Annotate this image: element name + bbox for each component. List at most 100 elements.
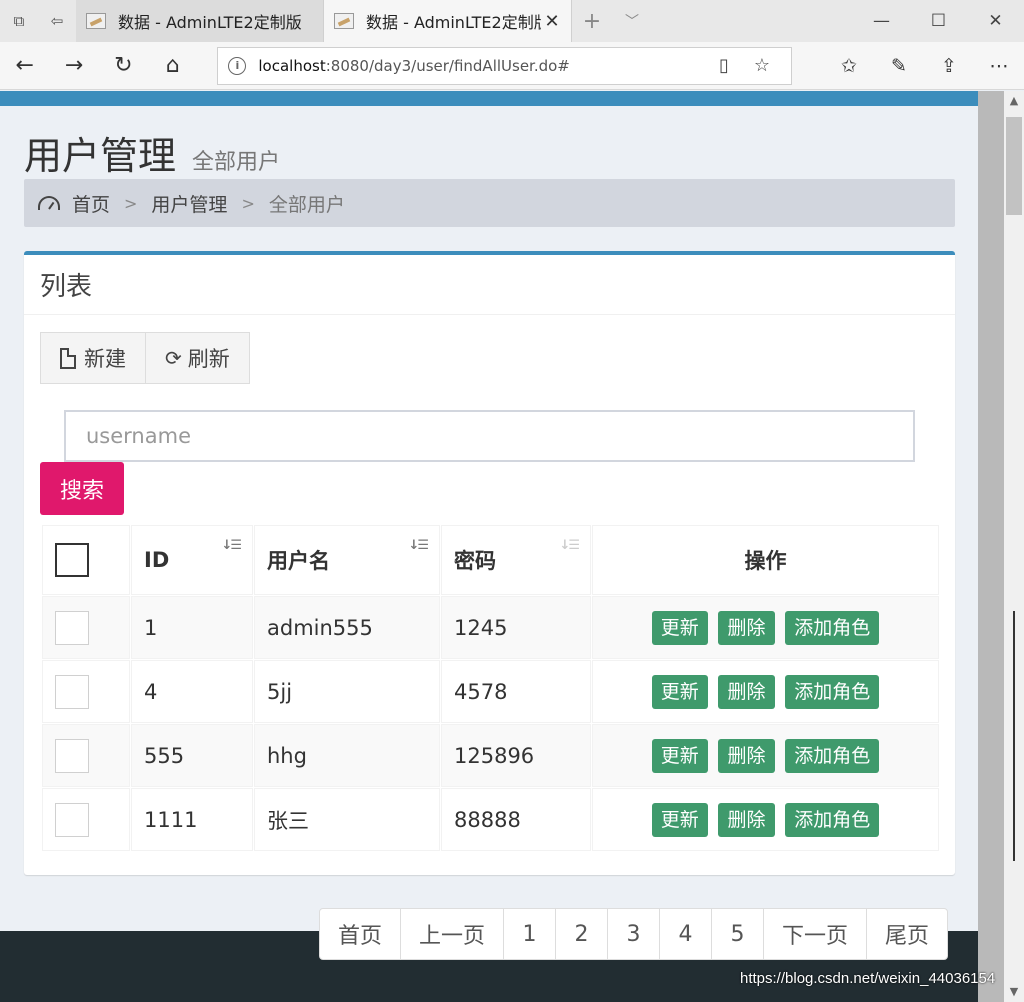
- page-first[interactable]: 首页: [320, 909, 401, 959]
- breadcrumb-home[interactable]: 首页: [72, 190, 110, 217]
- cell-password: 125896: [442, 725, 590, 786]
- page-number[interactable]: 5: [711, 909, 764, 959]
- cell-username: 张三: [255, 789, 439, 850]
- delete-button[interactable]: 删除: [718, 610, 775, 645]
- forward-arrow-icon[interactable]: →: [49, 42, 98, 90]
- search-button[interactable]: 搜索: [40, 462, 124, 515]
- favorites-list-icon[interactable]: ✩: [824, 42, 874, 90]
- reload-icon[interactable]: ↻: [99, 42, 148, 90]
- update-button[interactable]: 更新: [651, 674, 708, 709]
- row-checkbox[interactable]: [55, 738, 89, 773]
- table-header-row: ID ↓☰ 用户名 ↓☰ 密码 ↓☰ 操作: [43, 526, 938, 594]
- add-role-button[interactable]: 添加角色: [785, 802, 880, 837]
- browser-tab-2[interactable]: 数据 - AdminLTE2定制版 ✕: [324, 0, 572, 42]
- tab-title: 数据 - AdminLTE2定制版: [118, 13, 302, 32]
- user-table: ID ↓☰ 用户名 ↓☰ 密码 ↓☰ 操作 1 admin555 1245 更新 删除…: [40, 523, 941, 853]
- update-button[interactable]: 更新: [651, 738, 708, 773]
- tab-set-aside-icon[interactable]: ⧉: [0, 0, 38, 42]
- new-button-label: 新建: [84, 347, 126, 371]
- chevron-down-icon[interactable]: ﹀: [612, 0, 652, 42]
- row-checkbox[interactable]: [55, 802, 89, 837]
- page-last[interactable]: 尾页: [866, 909, 948, 959]
- column-header-actions: 操作: [593, 526, 938, 594]
- row-select-cell: [43, 789, 129, 850]
- row-checkbox[interactable]: [55, 674, 89, 709]
- page-number[interactable]: 1: [503, 909, 556, 959]
- column-header-id[interactable]: ID ↓☰: [132, 526, 252, 594]
- row-checkbox[interactable]: [55, 610, 89, 645]
- window-controls: — ☐ ✕: [853, 0, 1024, 42]
- page-number[interactable]: 2: [555, 909, 608, 959]
- table-row: 1 admin555 1245 更新 删除 添加角色: [43, 597, 938, 658]
- scroll-down-icon[interactable]: ▼: [1004, 982, 1024, 1002]
- row-select-cell: [43, 661, 129, 722]
- scrollbar-track-mark: [1013, 611, 1015, 861]
- info-icon[interactable]: i: [228, 56, 247, 75]
- breadcrumb-separator: >: [241, 193, 255, 213]
- favicon-icon: [334, 13, 354, 29]
- cell-id: 555: [132, 725, 252, 786]
- box-header: 列表: [24, 255, 955, 315]
- page-next[interactable]: 下一页: [763, 909, 867, 959]
- select-all-checkbox[interactable]: [55, 543, 89, 577]
- breadcrumb-current: 全部用户: [268, 193, 345, 216]
- maximize-icon[interactable]: ☐: [910, 0, 967, 42]
- new-button[interactable]: 新建: [40, 332, 146, 384]
- add-role-button[interactable]: 添加角色: [785, 610, 880, 645]
- delete-button[interactable]: 删除: [718, 738, 775, 773]
- refresh-button-label: 刷新: [187, 347, 230, 371]
- breadcrumb: 首页 > 用户管理 > 全部用户: [24, 179, 955, 227]
- sort-icon[interactable]: ↓☰: [221, 539, 241, 552]
- refresh-button[interactable]: ⟳ 刷新: [146, 332, 250, 384]
- sort-icon[interactable]: ↓☰: [408, 539, 428, 552]
- url-host: localhost: [258, 56, 326, 75]
- browser-tab-bar: ⧉ ⇦ 数据 - AdminLTE2定制版 数据 - AdminLTE2定制版 …: [0, 0, 1024, 42]
- favorite-star-icon[interactable]: ☆: [743, 55, 781, 76]
- add-role-button[interactable]: 添加角色: [785, 674, 880, 709]
- file-icon: [60, 347, 76, 369]
- table-row: 4 5jj 4578 更新 删除 添加角色: [43, 661, 938, 722]
- column-header-username[interactable]: 用户名 ↓☰: [255, 526, 439, 594]
- cell-id: 1: [132, 597, 252, 658]
- username-search-input[interactable]: username: [64, 410, 915, 462]
- page-prev[interactable]: 上一页: [400, 909, 504, 959]
- update-button[interactable]: 更新: [651, 610, 708, 645]
- pen-icon[interactable]: ✎: [874, 42, 924, 90]
- cell-actions: 更新 删除 添加角色: [593, 661, 938, 722]
- home-icon[interactable]: ⌂: [148, 42, 197, 90]
- sort-icon[interactable]: ↓☰: [559, 539, 579, 552]
- page-number[interactable]: 3: [607, 909, 660, 959]
- url-field[interactable]: i localhost:8080/day3/user/findAllUser.d…: [217, 46, 792, 85]
- update-button[interactable]: 更新: [651, 802, 708, 837]
- close-tab-icon[interactable]: ✕: [541, 11, 563, 32]
- scrollbar-thumb[interactable]: [1006, 117, 1022, 215]
- search-placeholder: username: [86, 424, 191, 448]
- reading-view-icon[interactable]: ▯: [705, 55, 743, 76]
- more-icon[interactable]: ⋯: [974, 42, 1024, 90]
- delete-button[interactable]: 删除: [718, 674, 775, 709]
- delete-button[interactable]: 删除: [718, 802, 775, 837]
- row-select-cell: [43, 597, 129, 658]
- breadcrumb-separator: >: [124, 193, 138, 213]
- share-icon[interactable]: ⇪: [924, 42, 974, 90]
- close-window-icon[interactable]: ✕: [967, 0, 1024, 42]
- back-arrow-icon[interactable]: ←: [0, 42, 49, 90]
- favicon-icon: [86, 13, 106, 29]
- minimize-icon[interactable]: —: [853, 0, 910, 42]
- address-bar: ← → ↻ ⌂ i localhost:8080/day3/user/findA…: [0, 42, 1024, 90]
- breadcrumb-section[interactable]: 用户管理: [151, 190, 227, 217]
- refresh-icon: ⟳: [165, 346, 182, 370]
- new-tab-icon[interactable]: +: [572, 0, 612, 42]
- tab-restore-icon[interactable]: ⇦: [38, 0, 76, 42]
- cell-actions: 更新 删除 添加角色: [593, 597, 938, 658]
- column-header-password[interactable]: 密码 ↓☰: [442, 526, 590, 594]
- browser-tab-1[interactable]: 数据 - AdminLTE2定制版: [76, 0, 324, 42]
- tab-title: 数据 - AdminLTE2定制版: [366, 13, 541, 32]
- scroll-up-icon[interactable]: ▲: [1004, 91, 1024, 111]
- page-number[interactable]: 4: [659, 909, 712, 959]
- dashboard-icon: [38, 196, 60, 210]
- url-path: :8080/day3/user/findAllUser.do#: [325, 56, 570, 75]
- add-role-button[interactable]: 添加角色: [785, 738, 880, 773]
- cell-username: admin555: [255, 597, 439, 658]
- vertical-scrollbar[interactable]: ▲ ▼: [1004, 91, 1024, 1002]
